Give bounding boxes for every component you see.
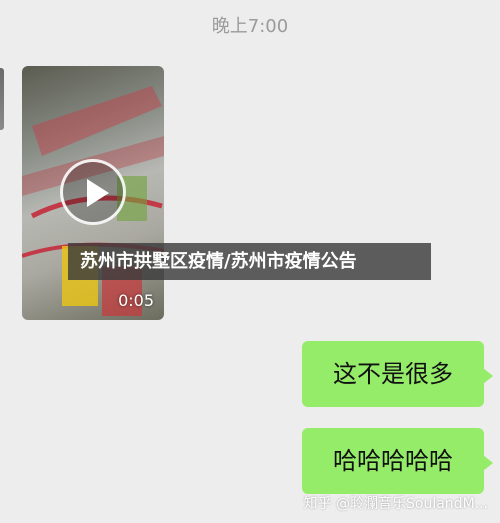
play-icon (87, 179, 109, 207)
message-bubble-1[interactable]: 这不是很多 (302, 341, 493, 407)
message-bubble-2[interactable]: 哈哈哈哈哈 (302, 428, 493, 494)
play-button[interactable] (60, 159, 126, 225)
video-message[interactable]: 0:05 (22, 66, 164, 320)
video-duration: 0:05 (118, 291, 154, 310)
watermark: 知乎 @聆瀾音乐SoulandM... (303, 496, 488, 512)
caption-banner: 苏州市拱墅区疫情/苏州市疫情公告 (68, 243, 431, 280)
chat-timestamp: 晚上7:00 (211, 16, 289, 37)
prev-message-thumbnail[interactable] (0, 68, 4, 130)
